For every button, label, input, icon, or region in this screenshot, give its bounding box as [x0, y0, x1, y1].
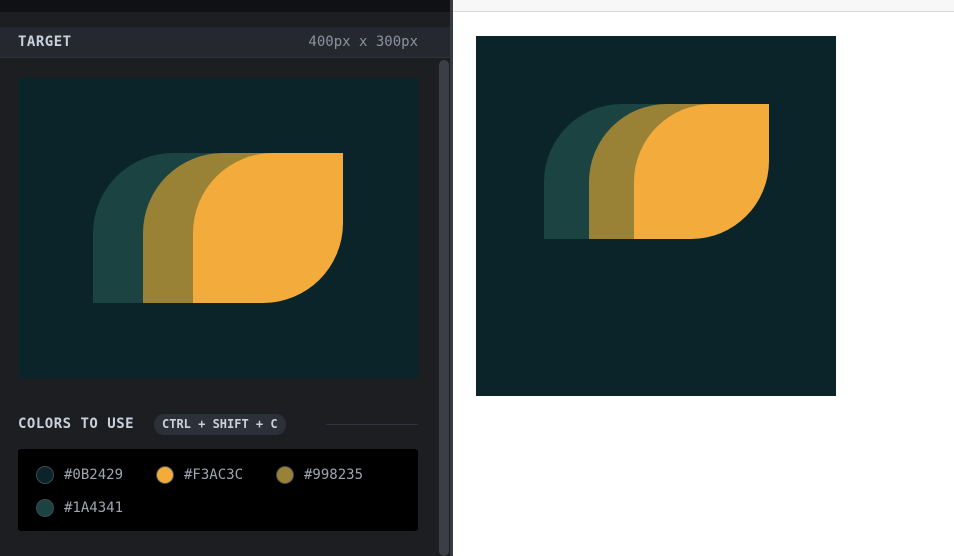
output-pane	[453, 0, 954, 556]
swatch-f3ac3c[interactable]: #F3AC3C	[156, 464, 243, 486]
swatch-998235[interactable]: #998235	[276, 464, 363, 486]
swatch-hex[interactable]: #1A4341	[64, 500, 123, 516]
target-header: TARGET 400px x 300px	[0, 27, 450, 58]
swatch-hex[interactable]: #0B2429	[64, 467, 123, 483]
output-toolbar	[453, 0, 954, 12]
top-strip	[0, 0, 450, 12]
target-title: TARGET	[18, 34, 72, 50]
swatch-dot[interactable]	[36, 499, 54, 517]
target-panel: TARGET 400px x 300px COLORS TO USE CTRL …	[0, 0, 450, 556]
swatch-0b2429[interactable]: #0B2429	[36, 464, 123, 486]
target-image	[18, 78, 418, 378]
scrollbar-thumb[interactable]	[439, 60, 449, 556]
shortcut-badge: CTRL + SHIFT + C	[154, 414, 286, 435]
swatch-1a4341[interactable]: #1A4341	[36, 497, 123, 519]
output-render-svg	[476, 36, 836, 396]
swatch-dot[interactable]	[36, 466, 54, 484]
swatch-dot[interactable]	[276, 466, 294, 484]
output-render	[476, 36, 836, 396]
colors-divider	[326, 424, 418, 425]
colors-title: COLORS TO USE	[18, 416, 135, 432]
swatch-hex[interactable]: #F3AC3C	[184, 467, 243, 483]
swatch-dot[interactable]	[156, 466, 174, 484]
target-dimensions: 400px x 300px	[308, 34, 418, 50]
target-image-svg	[18, 78, 418, 378]
swatch-hex[interactable]: #998235	[304, 467, 363, 483]
colors-header: COLORS TO USE CTRL + SHIFT + C	[18, 414, 418, 436]
color-swatches: #0B2429 #F3AC3C #998235 #1A4341	[18, 449, 418, 531]
